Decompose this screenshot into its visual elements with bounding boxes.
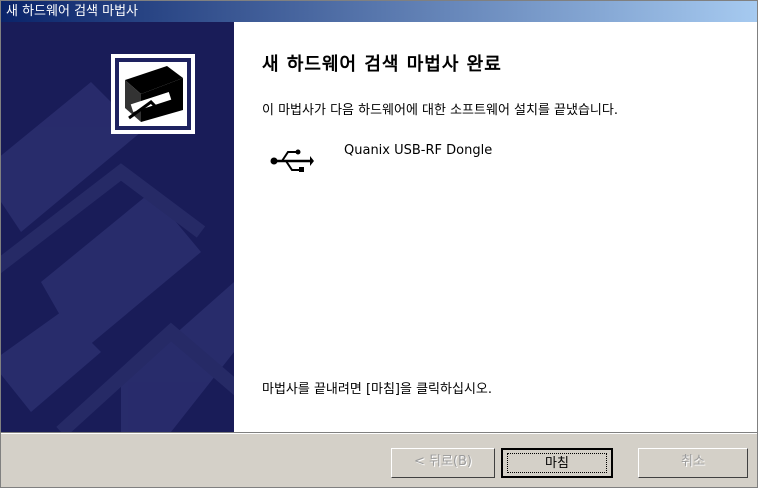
content-area: 새 하드웨어 검색 마법사 완료 이 마법사가 다음 하드웨어에 대한 소프트웨… xyxy=(234,22,757,432)
separator xyxy=(1,432,757,434)
device-name: Quanix USB-RF Dongle xyxy=(344,143,493,158)
side-panel xyxy=(1,22,234,432)
page-title: 새 하드웨어 검색 마법사 완료 xyxy=(262,54,502,75)
usb-icon xyxy=(270,149,314,172)
wizard-window: 새 하드웨어 검색 마법사 새 하드웨어 검색 마법사 완료 이 마법사가 다음… xyxy=(0,0,758,488)
cancel-button[interactable]: 취소 xyxy=(638,448,748,478)
back-button[interactable]: < 뒤로(B) xyxy=(391,448,495,478)
title-bar[interactable]: 새 하드웨어 검색 마법사 xyxy=(1,1,757,22)
finish-instruction: 마법사를 끝내려면 [마침]을 클릭하십시오. xyxy=(262,382,492,397)
side-panel-art xyxy=(1,22,234,432)
description-text: 이 마법사가 다음 하드웨어에 대한 소프트웨어 설치를 끝냈습니다. xyxy=(262,103,618,118)
finish-button-label: 마침 xyxy=(507,453,607,473)
hardware-install-icon xyxy=(111,54,195,134)
finish-button[interactable]: 마침 xyxy=(501,448,613,478)
window-title: 새 하드웨어 검색 마법사 xyxy=(6,4,138,19)
